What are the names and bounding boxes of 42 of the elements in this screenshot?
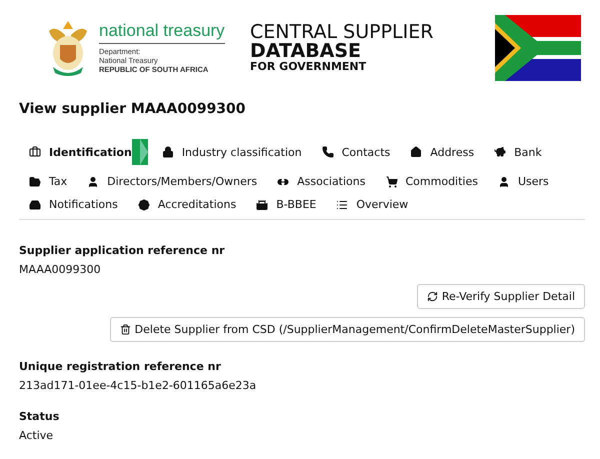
active-tab-marker	[132, 139, 148, 165]
person-icon	[87, 176, 100, 188]
field-value: 213ad171-01ee-4c15-b1e2-601165a6e23a	[19, 379, 258, 392]
inbox-icon	[29, 198, 41, 210]
piggy-bank-icon	[494, 146, 506, 158]
badge-icon	[138, 198, 150, 210]
tab[interactable]: Commodities	[386, 175, 478, 188]
person-icon	[498, 176, 510, 188]
lock-icon	[162, 146, 174, 158]
briefcase-icon	[29, 146, 41, 158]
page-title: View supplier MAAA0099300	[19, 101, 247, 117]
field-label: Unique registration reference nr	[19, 360, 222, 373]
site-title: CENTRAL SUPPLIER	[250, 23, 434, 42]
refresh-icon	[426, 291, 438, 302]
phone-icon	[322, 146, 334, 158]
field-label: Supplier application reference nr	[19, 244, 226, 257]
tab[interactable]: Associations	[277, 175, 366, 188]
field-value: MAAA0099300	[19, 263, 102, 276]
site-title: DATABASE	[250, 42, 362, 61]
tab[interactable]: Accreditations	[138, 198, 236, 211]
tab[interactable]: Address	[410, 146, 474, 158]
folder-icon	[29, 176, 41, 188]
tab[interactable]: Directors/Members/Owners	[87, 175, 258, 188]
delete-button[interactable]: Delete Supplier from CSD (/SupplierManagement/ConfirmDeleteMasterSupplier)	[110, 317, 585, 342]
field-label: Status	[19, 410, 60, 423]
tab[interactable]: Industry classification	[162, 146, 302, 158]
castle-icon	[256, 198, 268, 210]
tab[interactable]: Tax	[29, 175, 68, 188]
tab[interactable]: Contacts	[322, 146, 390, 158]
tab[interactable]: Users	[498, 175, 549, 188]
trash-icon	[120, 324, 131, 335]
site-title: FOR GOVERNMENT	[250, 61, 368, 72]
tab[interactable]: Bank	[494, 146, 542, 158]
cart-icon	[386, 176, 398, 188]
home-icon	[410, 146, 422, 158]
tab[interactable]: B-BBEE	[256, 198, 316, 211]
tab[interactable]: Overview	[336, 198, 408, 211]
tab[interactable]: Identification	[29, 146, 132, 158]
tab[interactable]: Notifications	[29, 198, 118, 211]
org-name: national treasury	[99, 21, 225, 44]
field-value: Active	[19, 429, 54, 442]
reverify-button[interactable]: Re-Verify Supplier Detail	[416, 284, 585, 309]
